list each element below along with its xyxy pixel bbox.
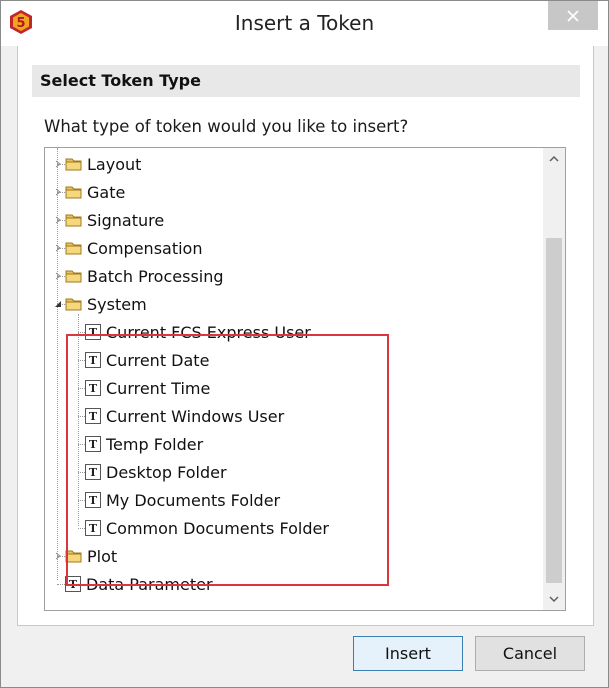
folder-icon: [65, 158, 82, 171]
tree-folder-item[interactable]: Signature: [65, 207, 164, 233]
insert-button[interactable]: Insert: [353, 636, 463, 671]
window-title: Insert a Token: [234, 11, 375, 35]
close-icon: [567, 9, 579, 22]
tree-item-label: System: [87, 294, 147, 314]
dialog-content: Select Token Type What type of token wou…: [17, 46, 594, 626]
folder-icon: [65, 270, 82, 283]
collapsed-arrow-icon[interactable]: [54, 216, 62, 224]
insert-token-dialog: 5 Insert a Token Select Token Type What …: [0, 0, 609, 688]
cancel-button[interactable]: Cancel: [475, 636, 585, 671]
section-title: Select Token Type: [40, 71, 201, 90]
tree-folder-item[interactable]: System: [65, 291, 147, 317]
folder-icon: [65, 186, 82, 199]
tree-folder-item[interactable]: Layout: [65, 151, 141, 177]
folder-icon: [65, 242, 82, 255]
collapsed-arrow-icon[interactable]: [54, 552, 62, 560]
highlight-box: [66, 334, 389, 586]
tree-item-label: Gate: [87, 182, 126, 202]
collapsed-arrow-icon[interactable]: [54, 188, 62, 196]
tree-line: [57, 148, 58, 580]
collapsed-arrow-icon[interactable]: [54, 160, 62, 168]
token-tree[interactable]: Layout Gate Signature Compensation Batch Pro…: [44, 147, 566, 611]
collapsed-arrow-icon[interactable]: [54, 272, 62, 280]
tree-item-label: Compensation: [87, 238, 203, 258]
tree-folder-item[interactable]: Gate: [65, 179, 125, 205]
tree-folder-item[interactable]: Batch Processing: [65, 263, 224, 289]
question-label: What type of token would you like to ins…: [44, 117, 409, 136]
chevron-down-icon: [549, 596, 559, 602]
title-bar: 5 Insert a Token: [1, 1, 608, 46]
tree-item-label: Signature: [87, 210, 165, 230]
tree-item-label: Layout: [87, 154, 142, 174]
tree-folder-item[interactable]: Compensation: [65, 235, 202, 261]
folder-icon: [65, 298, 82, 311]
section-header: Select Token Type: [32, 65, 580, 97]
chevron-up-icon: [549, 156, 559, 162]
tree-item-label: Batch Processing: [87, 266, 224, 286]
tree-line: [78, 332, 85, 333]
scroll-thumb[interactable]: [546, 238, 562, 583]
close-button[interactable]: [548, 1, 598, 30]
collapsed-arrow-icon[interactable]: [54, 244, 62, 252]
tree-line: [57, 584, 65, 585]
scroll-up-button[interactable]: [543, 148, 565, 170]
vertical-scrollbar[interactable]: [543, 148, 565, 610]
scroll-down-button[interactable]: [543, 588, 565, 610]
expanded-arrow-icon[interactable]: [54, 300, 62, 308]
folder-icon: [65, 214, 82, 227]
